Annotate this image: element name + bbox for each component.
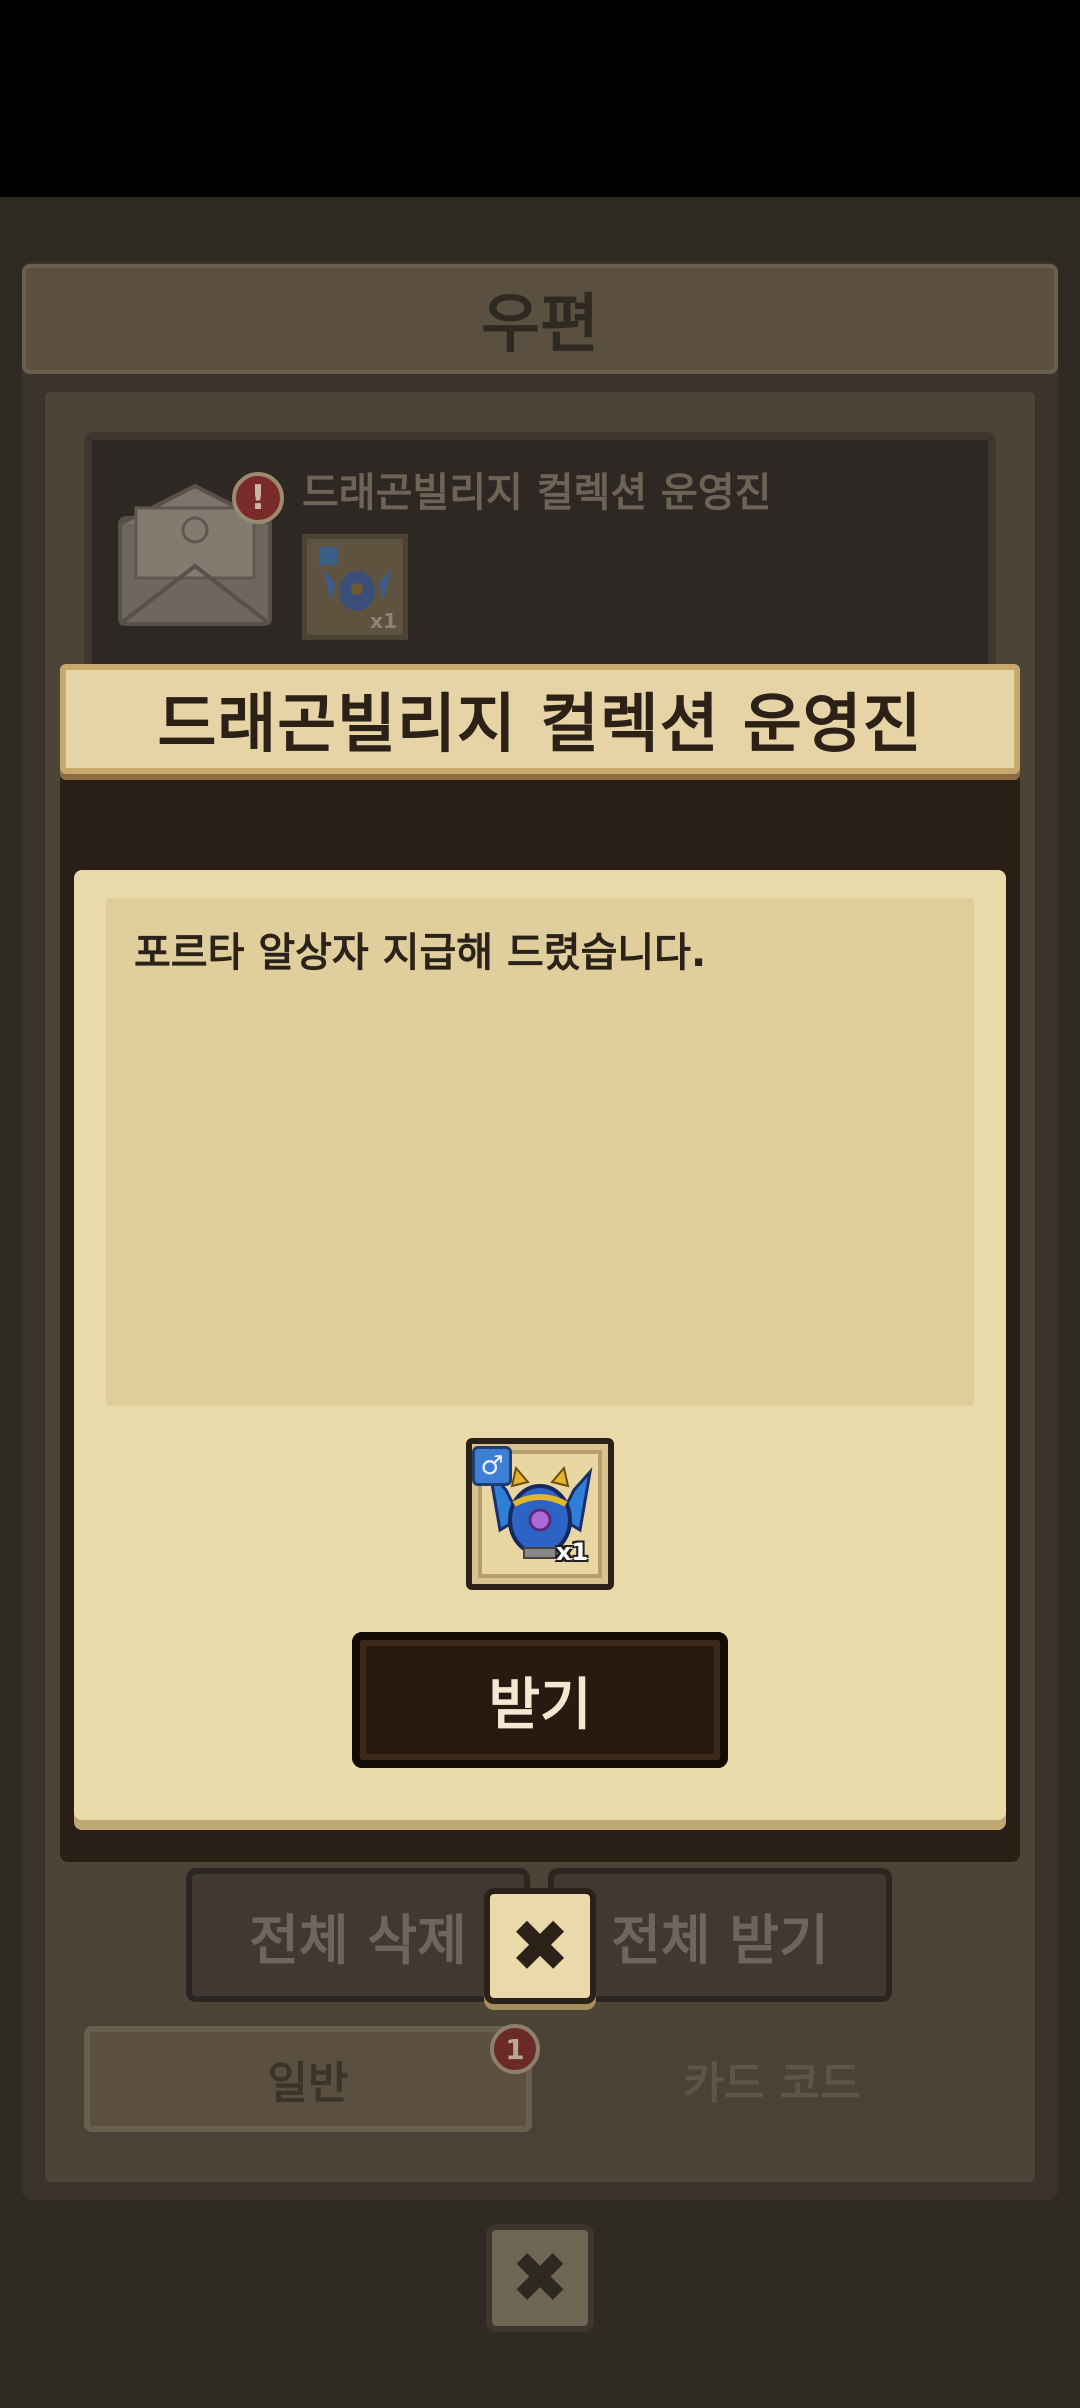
tab-card-code[interactable]: 카드 코드 (548, 2026, 996, 2132)
modal-close-button[interactable]: ✖ (484, 1888, 596, 2004)
mail-attachment-qty: x1 (370, 609, 397, 633)
modal-title: 드래곤빌리지 컬렉션 운영진 (157, 688, 923, 762)
tab-general[interactable]: 일반 (84, 2026, 532, 2132)
close-icon: ✖ (509, 1904, 571, 1988)
delete-all-button[interactable]: 전체 삭제 (186, 1868, 530, 2002)
mailbox-title: 우편 (481, 288, 599, 362)
male-gender-icon: ♂ (472, 1446, 512, 1486)
close-icon: ✖ (510, 2237, 570, 2319)
claim-button[interactable]: 받기 (352, 1632, 728, 1768)
mail-attachment-thumb: x1 (302, 534, 408, 640)
modal-title-bar: 드래곤빌리지 컬렉션 운영진 (60, 664, 1020, 774)
reward-qty: x1 (556, 1538, 589, 1566)
mail-alert-icon: ! (232, 472, 284, 524)
mail-sender: 드래곤빌리지 컬렉션 운영진 (302, 470, 772, 516)
mailbox-close-button[interactable]: ✖ (486, 2224, 594, 2332)
mailbox-title-bar: 우편 (22, 264, 1058, 374)
notification-badge: 1 (490, 2024, 540, 2074)
status-bar (0, 0, 1080, 197)
message-text: 포르타 알상자 지급해 드렸습니다. (134, 930, 707, 976)
receive-all-button[interactable]: 전체 받기 (548, 1868, 892, 2002)
